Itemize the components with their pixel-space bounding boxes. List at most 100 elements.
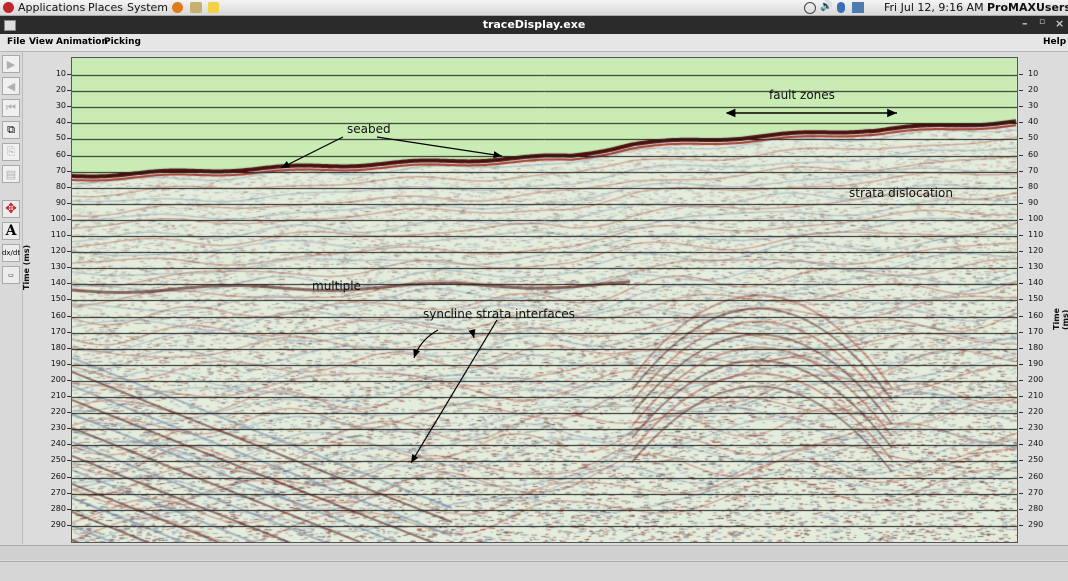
tool-palette: ▶ ◀ ⏮ ⧉ ⎘ ▤ ✥ A dx/dt ▭ — [0, 52, 23, 544]
menu-file[interactable]: File — [7, 37, 25, 47]
panel-menu-system[interactable]: System — [127, 1, 168, 14]
tick-label: 160 — [50, 310, 66, 320]
tick-mark — [1019, 379, 1023, 381]
label-fault-zones: fault zones — [769, 88, 835, 102]
tick-label: 20 — [1028, 85, 1039, 95]
tick-mark — [1019, 476, 1023, 478]
tick-label: 240 — [1028, 439, 1044, 449]
tick-label: 110 — [50, 230, 66, 239]
minimize-icon[interactable]: – — [1022, 17, 1028, 30]
disabled-copy-icon[interactable]: ⎘ — [2, 143, 20, 161]
tick-label: 190 — [50, 358, 66, 368]
tick-label: 160 — [1028, 310, 1044, 320]
seismic-canvas[interactable] — [72, 58, 1017, 542]
tick-label: 200 — [1028, 374, 1044, 384]
tick-label: 70 — [55, 165, 66, 175]
tick-label: 20 — [55, 85, 66, 95]
seismic-trace-display[interactable] — [71, 57, 1018, 543]
menu-view[interactable]: View — [29, 37, 53, 47]
dx-dt-icon[interactable]: dx/dt — [2, 244, 20, 262]
tick-mark — [1019, 138, 1023, 140]
tick-label: 50 — [1028, 133, 1039, 143]
tick-label: 220 — [1028, 407, 1044, 417]
tick-label: 120 — [50, 246, 66, 256]
tick-label: 90 — [1028, 197, 1039, 207]
tick-label: 260 — [1028, 471, 1044, 481]
label-multiple: multiple — [312, 279, 362, 293]
label-syncline: syncline strata interfaces — [423, 307, 575, 321]
distro-logo-icon[interactable] — [3, 2, 14, 13]
tick-mark — [1019, 74, 1023, 75]
tick-mark — [1019, 508, 1023, 510]
close-icon[interactable]: × — [1055, 17, 1064, 30]
rewind-icon[interactable]: ⏮ — [2, 99, 20, 117]
menu-animation[interactable]: Animation — [56, 37, 108, 47]
tick-label: 240 — [50, 439, 66, 449]
tick-label: 290 — [1028, 519, 1044, 529]
bluetooth-icon[interactable] — [837, 2, 845, 13]
panel-menu-places[interactable]: Places — [88, 1, 123, 14]
tick-label: 130 — [1028, 262, 1044, 272]
tick-mark — [1019, 315, 1023, 317]
tick-label: 190 — [1028, 358, 1044, 368]
tick-label: 140 — [1028, 278, 1044, 288]
tick-label: 210 — [50, 391, 66, 400]
play-prev-icon[interactable]: ◀ — [2, 77, 20, 95]
menu-picking[interactable]: Picking — [104, 37, 141, 47]
tick-label: 100 — [1028, 213, 1044, 223]
left-axis-title: Time (ms) — [22, 244, 31, 290]
move-cross-icon[interactable]: ✥ — [2, 200, 20, 218]
tick-label: 60 — [55, 149, 66, 159]
tick-mark — [1019, 412, 1023, 414]
tick-label: 100 — [50, 213, 66, 223]
tick-label: 150 — [50, 294, 66, 304]
notes-icon[interactable] — [208, 2, 219, 13]
tick-label: 260 — [50, 471, 66, 481]
maximize-icon[interactable]: ▫ — [1039, 17, 1045, 27]
tick-label: 270 — [50, 487, 66, 497]
menu-help[interactable]: Help — [1043, 37, 1066, 47]
panel-clock[interactable]: Fri Jul 12, 9:16 AM — [884, 1, 984, 14]
tick-label: 170 — [50, 326, 66, 336]
memo-icon[interactable]: ▭ — [2, 266, 20, 284]
tick-label: 250 — [1028, 455, 1044, 465]
tick-label: 80 — [1028, 181, 1039, 191]
tick-mark — [1019, 492, 1023, 494]
status-bar-upper — [0, 545, 1068, 560]
tick-label: 220 — [50, 407, 66, 417]
tick-mark — [1019, 524, 1023, 526]
tick-mark — [1019, 299, 1023, 301]
tick-label: 180 — [1028, 342, 1044, 352]
window-titlebar[interactable]: traceDisplay.exe – ▫ × — [0, 16, 1068, 34]
tick-mark — [1019, 106, 1023, 108]
tick-label: 110 — [1028, 230, 1044, 239]
volume-icon[interactable]: 🔊 — [820, 1, 832, 12]
tick-label: 60 — [1028, 149, 1039, 159]
tick-mark — [1019, 90, 1023, 92]
update-icon[interactable] — [804, 2, 816, 14]
tick-mark — [1019, 218, 1023, 220]
tick-mark — [1019, 235, 1023, 236]
tick-label: 150 — [1028, 294, 1044, 304]
window-title: traceDisplay.exe — [482, 18, 586, 31]
tick-mark — [1019, 331, 1023, 333]
tick-label: 80 — [55, 181, 66, 191]
zoom-windows-icon[interactable]: ⧉ — [2, 121, 20, 139]
tick-mark — [1019, 460, 1023, 462]
disabled-doc-icon[interactable]: ▤ — [2, 165, 20, 183]
text-annotation-icon[interactable]: A — [2, 222, 20, 240]
panel-menu-applications[interactable]: Applications — [18, 1, 85, 14]
status-bar-lower — [0, 561, 1068, 581]
tick-label: 30 — [1028, 101, 1039, 111]
mail-icon[interactable] — [190, 2, 202, 13]
tick-label: 210 — [1028, 391, 1044, 400]
panel-user[interactable]: ProMAXUsers — [987, 1, 1068, 14]
network-icon[interactable] — [852, 2, 864, 13]
tick-label: 170 — [1028, 326, 1044, 336]
play-next-icon[interactable]: ▶ — [2, 55, 20, 73]
tick-mark — [1019, 363, 1023, 365]
tick-mark — [1019, 122, 1023, 124]
tick-label: 70 — [1028, 165, 1039, 175]
tick-label: 40 — [55, 117, 66, 127]
firefox-icon[interactable] — [172, 2, 183, 13]
